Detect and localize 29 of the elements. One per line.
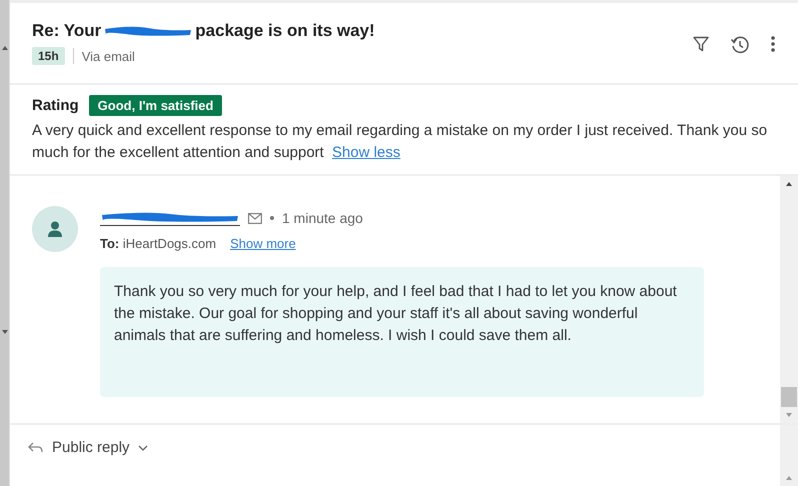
public-reply-button[interactable]: Public reply: [28, 425, 148, 456]
ticket-title: Re: Your: [32, 21, 102, 41]
scrollbar[interactable]: [780, 176, 798, 423]
filter-icon[interactable]: [692, 35, 710, 53]
channel-label: Via email: [82, 48, 135, 64]
rating-comment: A very quick and excellent response to my email regarding a mistake on my order I just received. Thank you so much for the excellent attention and support Show less: [32, 121, 768, 163]
rating-badge: Good, I'm satisfied: [88, 95, 222, 116]
more-icon[interactable]: [770, 35, 776, 53]
person-icon: [48, 221, 62, 237]
history-icon[interactable]: [730, 35, 750, 55]
age-badge: 15h: [32, 47, 65, 65]
message-time: 1 minute ago: [282, 210, 363, 226]
scroll-down-icon[interactable]: [0, 328, 8, 336]
caret-icon: [138, 444, 148, 450]
scroll-thumb[interactable]: [781, 387, 797, 407]
envelope-icon: [248, 212, 262, 224]
show-more-link[interactable]: Show more: [230, 236, 296, 251]
rating-label: Rating: [32, 97, 79, 114]
message-body: Thank you so very much for your help, and I feel bad that I had to let you know about the mistake. Our goal for shopping and your staff it's all about saving wonderful animals that are suffering and homeless. I wish I could save them all.: [100, 267, 704, 397]
scroll-up-icon[interactable]: [0, 44, 8, 52]
recipient: iHeartDogs.com: [122, 236, 216, 251]
reply-icon: [28, 442, 44, 454]
scrollbar[interactable]: [0, 0, 10, 486]
ticket-title: package is on its way!: [195, 21, 375, 41]
to-label: To:: [100, 236, 120, 251]
show-less-link[interactable]: Show less: [332, 144, 400, 161]
bullet-icon: [270, 216, 274, 220]
scroll-up-icon[interactable]: [785, 180, 793, 188]
scroll-down-icon[interactable]: [785, 411, 793, 419]
